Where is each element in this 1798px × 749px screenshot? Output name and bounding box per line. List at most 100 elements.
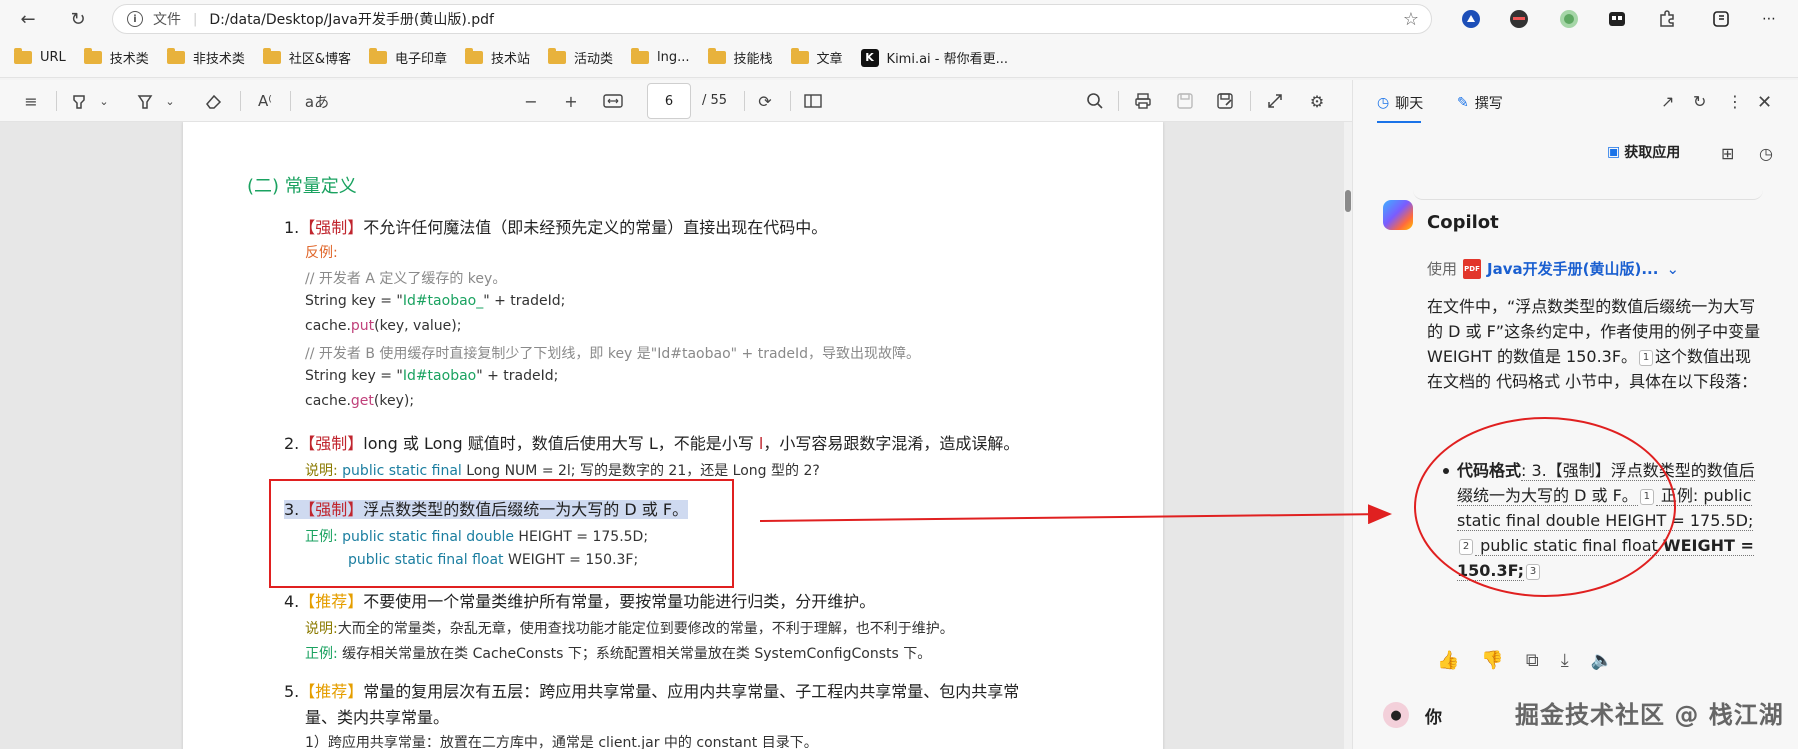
citation-1[interactable]: 1 bbox=[1639, 349, 1654, 366]
close-icon[interactable]: ✕ bbox=[1757, 92, 1772, 113]
bookmark-label: 社区&博客 bbox=[288, 52, 351, 67]
page-view-icon[interactable] bbox=[800, 88, 826, 114]
folder-icon bbox=[464, 48, 483, 64]
thumbs-down-icon[interactable]: 👎 bbox=[1481, 650, 1503, 671]
file-label: 文件 bbox=[153, 12, 181, 28]
get-apps-button[interactable]: ▣ 获取应用 bbox=[1607, 142, 1680, 162]
page-number-input[interactable]: 6 bbox=[647, 83, 691, 119]
refresh-icon[interactable]: ↻ bbox=[1693, 92, 1706, 111]
rule-tag: 【强制】 bbox=[299, 218, 364, 237]
save-icon[interactable] bbox=[1172, 88, 1198, 114]
extension-avatar-icon[interactable] bbox=[1508, 8, 1530, 30]
zoom-in-icon[interactable]: + bbox=[558, 88, 584, 114]
address-bar[interactable]: i 文件 | D:/data/Desktop/Java开发手册(黄山版).pdf… bbox=[112, 4, 1432, 34]
save-as-icon[interactable] bbox=[1212, 88, 1238, 114]
read-aloud-icon[interactable]: A⁽ bbox=[252, 88, 278, 114]
chevron-down-icon[interactable]: ⌄ bbox=[162, 88, 178, 114]
contents-icon[interactable]: ≡ bbox=[18, 88, 44, 114]
bookmark-label: 非技术类 bbox=[192, 52, 245, 67]
download-icon[interactable]: ⤓ bbox=[1561, 650, 1569, 671]
code-line: cache.get(key); bbox=[305, 393, 415, 409]
extension-game-icon[interactable] bbox=[1606, 8, 1628, 30]
more-menu-icon[interactable]: ⋯ bbox=[1758, 8, 1780, 30]
bookmark-label: Kimi.ai - 帮你看更... bbox=[886, 52, 1009, 67]
search-icon[interactable] bbox=[1082, 88, 1108, 114]
user-label: 你 bbox=[1425, 707, 1442, 728]
extensions-puzzle-icon[interactable] bbox=[1656, 8, 1678, 30]
bookmark-articles[interactable]: 文章 bbox=[790, 48, 843, 67]
tab-compose[interactable]: ✎ 撰写 bbox=[1457, 93, 1503, 113]
folder-icon bbox=[368, 48, 387, 64]
bookmark-skills[interactable]: 技能栈 bbox=[707, 48, 773, 67]
answer-paragraph: 在文件中，“浮点数类型的数值后缀统一为大写的 D 或 F”这条约定中，作者使用的… bbox=[1427, 297, 1761, 391]
kimi-logo-icon: K bbox=[860, 48, 879, 67]
extension-green-icon[interactable] bbox=[1558, 8, 1580, 30]
bookmark-kimi[interactable]: K Kimi.ai - 帮你看更... bbox=[860, 48, 1009, 67]
rule-item-4: 4.【推荐】不要使用一个常量类维护所有常量，要按常量功能进行归类，分开维护。 bbox=[284, 592, 876, 611]
print-icon[interactable] bbox=[1130, 88, 1156, 114]
pdf-toolbar: ≡ ⌄ ⌄ A⁽ aあ − + 6 / 55 ⟳ ⚙ bbox=[0, 80, 1352, 122]
get-apps-label: 获取应用 bbox=[1624, 145, 1681, 161]
open-new-window-icon[interactable]: ↗ bbox=[1661, 92, 1674, 111]
fit-width-icon[interactable] bbox=[600, 88, 626, 114]
draw-icon[interactable] bbox=[132, 88, 158, 114]
thumbs-up-icon[interactable]: 👍 bbox=[1437, 650, 1459, 671]
folder-icon bbox=[548, 48, 566, 64]
use-label: 使用 bbox=[1427, 260, 1458, 278]
viewer-scrollbar[interactable] bbox=[1344, 122, 1352, 749]
message-actions: 👍 👎 ⧉ ⤓ 🔈 bbox=[1437, 650, 1613, 671]
divider bbox=[56, 91, 57, 111]
scroll-thumb[interactable] bbox=[1345, 190, 1351, 212]
watermark-text: 掘金技术社区 @ 栈江湖 bbox=[1515, 701, 1784, 729]
pdf-viewer[interactable]: (二) 常量定义 1.【强制】不允许任何魔法值（即未经预先定义的常量）直接出现在… bbox=[0, 122, 1352, 749]
history-icon[interactable]: ◷ bbox=[1759, 144, 1773, 163]
bookmark-non-tech[interactable]: 非技术类 bbox=[166, 48, 245, 67]
zoom-out-icon[interactable]: − bbox=[518, 88, 544, 114]
rule-item-1: 1.【强制】不允许任何魔法值（即未经预先定义的常量）直接出现在代码中。 bbox=[284, 214, 827, 238]
bookmark-community[interactable]: 社区&博客 bbox=[262, 48, 351, 67]
refresh-icon[interactable]: ↻ bbox=[60, 4, 96, 34]
back-icon[interactable]: ← bbox=[10, 4, 46, 34]
bookmark-label: 技术类 bbox=[109, 52, 149, 67]
bookmark-lng[interactable]: lng... bbox=[631, 48, 690, 65]
eraser-icon[interactable] bbox=[200, 88, 226, 114]
folder-icon bbox=[83, 48, 102, 64]
favorite-star-icon[interactable]: ☆ bbox=[1403, 9, 1419, 30]
expand-icon[interactable] bbox=[1262, 88, 1288, 114]
bookmark-url[interactable]: URL bbox=[14, 48, 66, 65]
divider bbox=[744, 91, 745, 111]
context-source[interactable]: 使用 PDF Java开发手册(黄山版)... ⌄ bbox=[1427, 258, 1679, 279]
chat-icon: ◷ bbox=[1377, 95, 1390, 111]
read-aloud-speaker-icon[interactable]: 🔈 bbox=[1591, 650, 1613, 671]
divider: | bbox=[193, 11, 198, 27]
bookmark-tech[interactable]: 技术类 bbox=[83, 48, 149, 67]
translate-button[interactable]: aあ bbox=[302, 88, 332, 114]
copy-icon[interactable]: ⧉ bbox=[1526, 650, 1539, 671]
collections-icon[interactable] bbox=[1710, 8, 1732, 30]
code-comment: // 开发者 A 定义了缓存的 key。 bbox=[305, 271, 507, 287]
url-text[interactable]: D:/data/Desktop/Java开发手册(黄山版).pdf bbox=[209, 9, 494, 29]
apps-grid-icon[interactable]: ⊞ bbox=[1721, 144, 1734, 163]
folder-icon bbox=[790, 48, 809, 64]
bookmark-seal[interactable]: 电子印章 bbox=[368, 48, 447, 67]
bookmark-activity[interactable]: 活动类 bbox=[548, 48, 613, 67]
rotate-icon[interactable]: ⟳ bbox=[752, 88, 778, 114]
copilot-title: Copilot bbox=[1427, 212, 1499, 233]
pdf-page: (二) 常量定义 1.【强制】不允许任何魔法值（即未经预先定义的常量）直接出现在… bbox=[183, 122, 1163, 749]
bookmark-tech-site[interactable]: 技术站 bbox=[464, 48, 530, 67]
highlight-icon[interactable] bbox=[66, 88, 92, 114]
example-line: 正例: 缓存相关常量放在类 CacheConsts 下；系统配置相关常量放在类 … bbox=[305, 646, 932, 662]
info-icon[interactable]: i bbox=[127, 11, 143, 27]
document-name: Java开发手册(黄山版)... bbox=[1487, 260, 1659, 278]
divider bbox=[1250, 91, 1251, 111]
code-comment: // 开发者 B 使用缓存时直接复制少了下划线，即 key 是"Id#taoba… bbox=[305, 346, 921, 362]
folder-icon bbox=[707, 48, 726, 64]
folder-icon bbox=[166, 48, 185, 64]
divider bbox=[1118, 91, 1119, 111]
extension-shield-icon[interactable] bbox=[1460, 8, 1482, 30]
chevron-down-icon[interactable]: ⌄ bbox=[96, 88, 112, 114]
tab-chat[interactable]: ◷ 聊天 bbox=[1377, 93, 1423, 123]
settings-gear-icon[interactable]: ⚙ bbox=[1304, 88, 1330, 114]
more-options-icon[interactable]: ⋮ bbox=[1727, 92, 1743, 111]
item-number: 1. bbox=[284, 218, 300, 237]
